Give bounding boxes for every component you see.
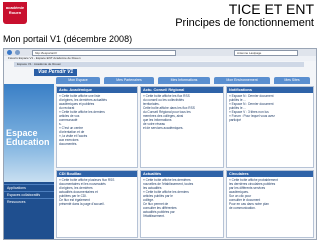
portal-title: Vue Persdir V1	[34, 69, 78, 76]
portal-top-text: Espace V1 : Académie de Rouen	[17, 62, 62, 66]
address-bar: http://lesportail.fr Antenne Lastpage	[4, 49, 316, 56]
logo-text: académie Rouen	[5, 5, 25, 15]
left-menu-ressources[interactable]: Ressources	[4, 198, 54, 204]
slide-heading: Principes de fonctionnement	[175, 17, 314, 29]
portlet-actu-academique: Actu. Académique » Cette boîte affiche u…	[56, 86, 138, 168]
tab-informations[interactable]: Mes Informations	[158, 77, 210, 84]
portlet-line[interactable]: participé	[229, 118, 311, 122]
tab-environnement[interactable]: Mon Environnement	[214, 77, 270, 84]
portlet-line[interactable]: et de services académiques.	[143, 126, 221, 130]
portal-tabs: Mon Espace Mes Partenaires Mes Informati…	[56, 77, 312, 84]
portlet-body: » Espace N : Dernier document publiés le …	[227, 93, 313, 123]
tab-mon-espace[interactable]: Mon Espace	[56, 77, 100, 84]
tab-partenaires[interactable]: Mes Partenaires	[104, 77, 154, 84]
portlet-circulaires: Circulaires » Cette boîte affiche probab…	[226, 170, 314, 238]
portlet-body: » Cette boîte affiche les dernières nouve…	[141, 177, 223, 219]
favorites-label[interactable]: Favoris Espace V1 - Espace ENT Académie …	[8, 56, 80, 60]
portal-top-strip: Espace V1 : Académie de Rouen	[14, 62, 304, 67]
portlet-cdi: CDI Bouillac » Cette boîte affiche plusi…	[56, 170, 138, 238]
portlet-line[interactable]: l'établissement.	[143, 214, 221, 218]
academie-logo: académie Rouen	[3, 2, 27, 24]
tab-sites[interactable]: Mes Sites	[274, 77, 310, 84]
portlet-body: » Cette boîte affiche probablement les de…	[227, 177, 313, 211]
left-title: Espace Education	[6, 128, 50, 147]
portlet-line[interactable]: documentés.	[59, 142, 135, 146]
portlet-actualites: Actualités » Cette boîte affiche les der…	[140, 170, 224, 238]
portlet-notifications: Notifications » Espace N : Dernier docum…	[226, 86, 314, 168]
portal-page: Espace V1 : Académie de Rouen Vue Persdi…	[4, 61, 316, 239]
portlet-line[interactable]: présenté dans la page d'accueil.	[59, 202, 135, 206]
left-menu-applications[interactable]: Applications	[4, 184, 54, 190]
browser-window: http://lesportail.fr Antenne Lastpage Fa…	[3, 48, 317, 240]
slide-subtitle: Mon portail V1 (décembre 2008)	[3, 34, 133, 44]
portlet-body: » Cette boîte affiche plusieurs flux RSS…	[57, 177, 137, 207]
portlet-body: » Cette boîte affiche les flux RSS du con…	[141, 93, 223, 131]
forward-icon[interactable]	[15, 50, 20, 55]
portlet-line[interactable]: de communication.	[229, 206, 311, 210]
slide-title: TICE ET ENT	[228, 1, 314, 17]
back-icon[interactable]	[7, 50, 12, 55]
left-panel: Espace Education Applications Espaces co…	[4, 84, 54, 239]
portlet-body: » Cette boîte affiche une liste d'origine…	[57, 93, 137, 147]
left-menu-espaces[interactable]: Espaces collaboratifs	[4, 191, 54, 197]
portlet-actu-regional: Actu. Conseil Régional » Cette boîte aff…	[140, 86, 224, 168]
